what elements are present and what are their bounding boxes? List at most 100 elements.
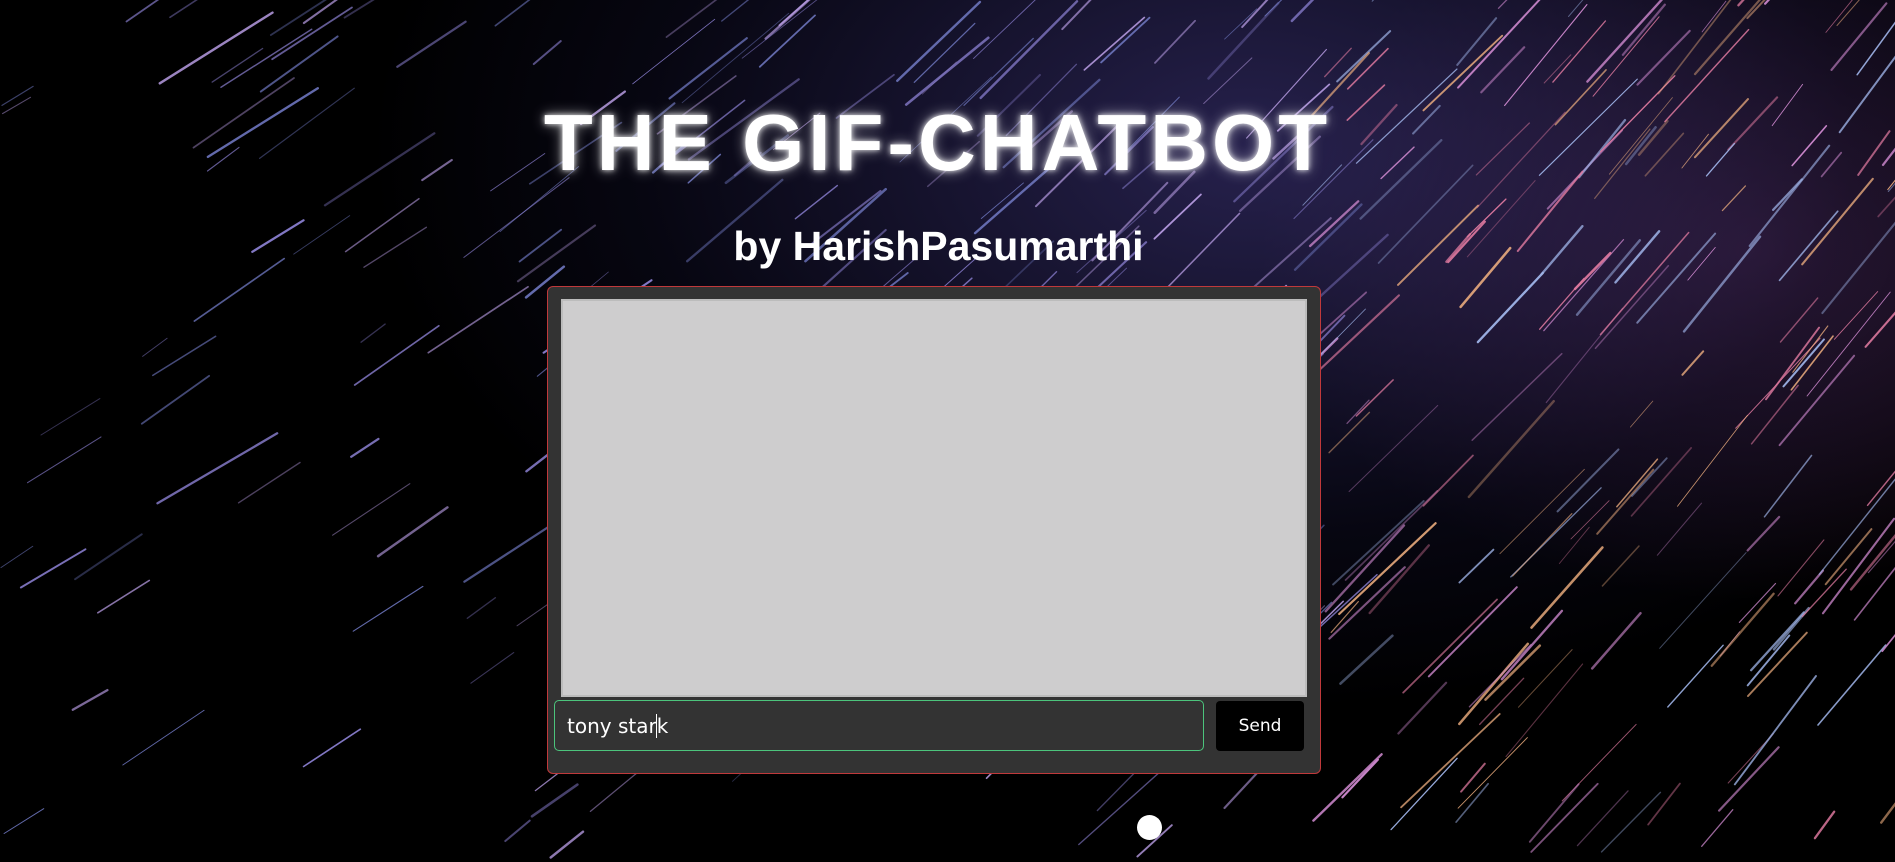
star-streak — [1866, 470, 1895, 507]
star-streak — [1813, 810, 1836, 840]
star-streak — [764, 0, 811, 40]
star-streak — [259, 35, 339, 93]
star-streak — [1458, 548, 1495, 584]
star-streak — [1590, 611, 1642, 670]
star-streak — [1818, 478, 1895, 575]
star-streak — [1324, 524, 1406, 613]
star-streak — [1355, 379, 1394, 417]
star-streak — [332, 483, 411, 536]
star-streak — [1346, 399, 1370, 425]
star-streak — [1636, 29, 1691, 86]
star-streak — [532, 40, 562, 66]
star-streak — [71, 688, 109, 711]
star-streak — [794, 184, 839, 220]
star-streak — [1330, 600, 1359, 634]
star-streak — [360, 323, 386, 343]
star-streak — [140, 374, 211, 425]
message-input[interactable] — [554, 700, 1204, 751]
star-streak — [1499, 468, 1585, 555]
star-streak — [1601, 545, 1640, 587]
star-streak — [1467, 399, 1555, 499]
page-background: THE GIF-CHATBOT by HarishPasumarthi Send — [0, 0, 1895, 862]
star-streak — [156, 432, 279, 505]
star-streak — [1558, 526, 1590, 564]
star-streak — [1341, 758, 1379, 799]
star-streak — [353, 324, 440, 386]
star-streak — [1763, 454, 1813, 518]
star-streak — [169, 0, 198, 19]
star-streak — [1677, 414, 1748, 507]
star-streak — [1530, 782, 1599, 853]
star-streak — [1528, 783, 1580, 843]
star-streak — [1600, 791, 1662, 853]
star-streak — [1570, 500, 1610, 540]
star-streak — [1061, 0, 1092, 31]
star-streak — [1656, 502, 1703, 556]
star-streak — [1339, 634, 1394, 685]
star-streak — [1543, 54, 1572, 84]
star-streak — [122, 709, 205, 766]
star-streak — [1468, 643, 1532, 708]
star-streak — [26, 436, 102, 484]
star-streak — [1471, 352, 1563, 441]
star-streak — [1154, 19, 1196, 64]
star-streak — [1616, 458, 1659, 508]
star-streak — [1328, 411, 1371, 454]
star-streak — [1484, 644, 1542, 701]
star-streak — [302, 728, 362, 768]
star-streak — [1621, 3, 1666, 56]
star-streak — [1782, 338, 1825, 388]
star-streak — [1457, 737, 1528, 809]
star-streak — [1576, 790, 1629, 847]
star-streak — [1224, 8, 1258, 40]
star-streak — [1749, 611, 1805, 672]
star-streak — [343, 0, 375, 19]
star-streak — [1332, 500, 1425, 586]
send-button[interactable]: Send — [1216, 701, 1304, 751]
star-streak — [1338, 522, 1437, 616]
star-streak — [681, 12, 790, 104]
star-streak — [1422, 454, 1474, 507]
chat-log[interactable] — [561, 299, 1307, 697]
star-streak — [1667, 644, 1724, 708]
star-streak — [3, 808, 45, 835]
star-streak — [1207, 1, 1280, 80]
star-streak — [1480, 46, 1526, 94]
star-streak — [1316, 291, 1368, 338]
chat-container: Send — [547, 286, 1321, 774]
star-streak — [1592, 16, 1660, 97]
star-streak — [1777, 539, 1825, 597]
star-streak — [302, 0, 338, 25]
star-streak — [1203, 57, 1253, 104]
star-streak — [1790, 335, 1834, 391]
star-streak — [1530, 546, 1604, 629]
star-streak — [1830, 2, 1888, 71]
star-streak — [1717, 746, 1780, 812]
star-streak — [1460, 762, 1486, 793]
star-streak — [1290, 0, 1315, 23]
star-streak — [1390, 757, 1458, 831]
star-streak — [97, 579, 151, 614]
page-title: THE GIF-CHATBOT — [543, 98, 1332, 187]
star-streak — [142, 337, 168, 357]
star-streak — [741, 0, 818, 59]
star-streak — [470, 652, 515, 684]
star-streak — [1455, 782, 1489, 823]
star-streak — [1512, 513, 1573, 577]
star-streak — [1721, 185, 1747, 212]
star-streak — [1821, 517, 1895, 615]
star-streak — [494, 0, 531, 27]
star-streak — [1733, 675, 1817, 786]
star-streak — [466, 597, 497, 619]
star-streak — [158, 11, 274, 85]
star-streak — [352, 585, 424, 632]
star-streak — [668, 37, 748, 100]
star-streak — [1779, 297, 1819, 343]
star-streak — [721, 0, 750, 22]
star-streak — [1427, 586, 1518, 678]
star-streak — [350, 437, 380, 458]
star-streak — [1500, 609, 1564, 681]
star-streak — [1505, 663, 1584, 758]
star-streak — [665, 0, 718, 38]
star-streak — [19, 548, 87, 589]
